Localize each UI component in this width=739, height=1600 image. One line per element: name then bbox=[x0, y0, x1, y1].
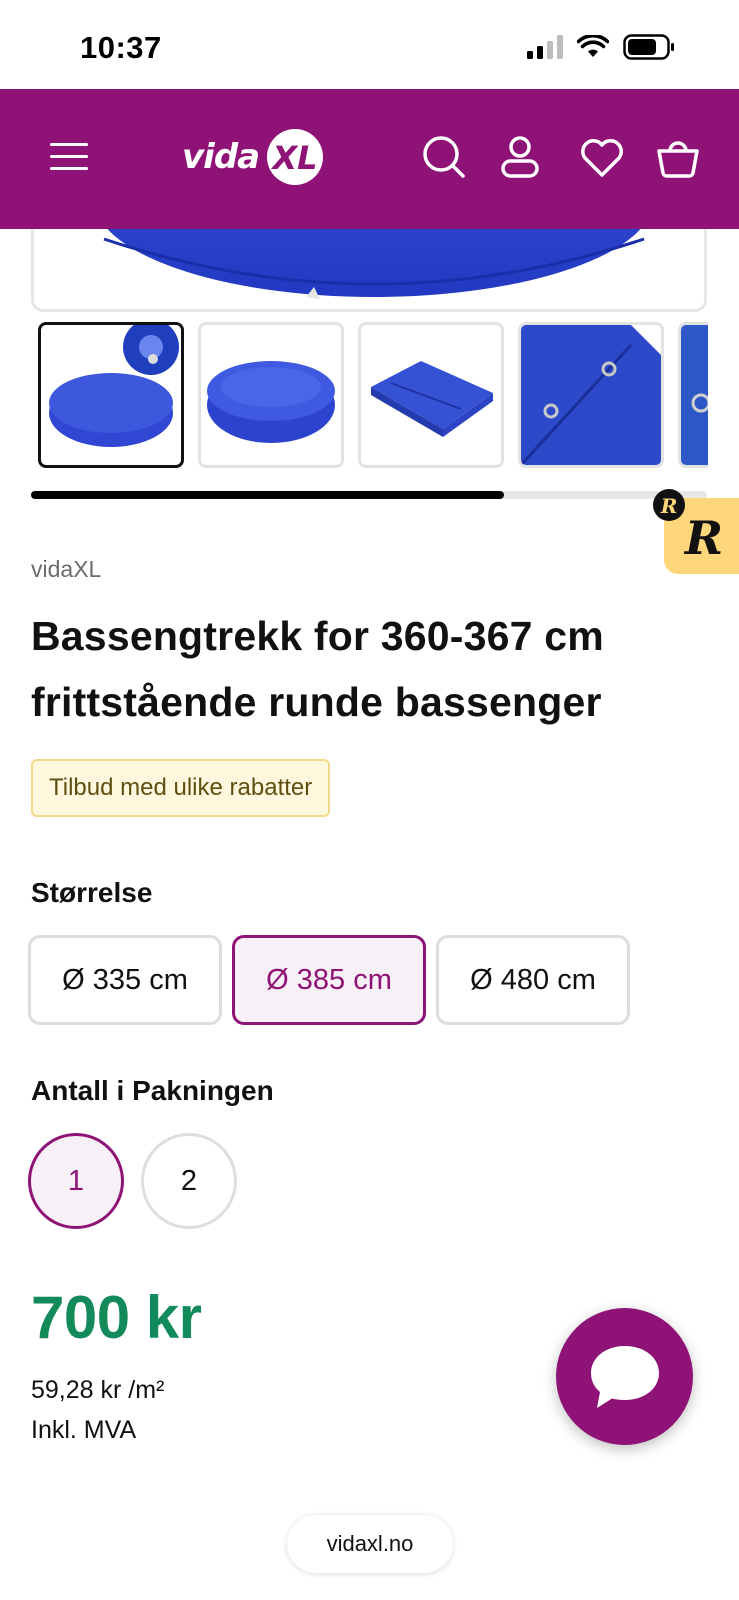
logo-xl-mark: XL bbox=[267, 129, 324, 185]
r-widget-badge[interactable]: R R bbox=[652, 488, 739, 574]
gallery-scrollbar[interactable] bbox=[31, 491, 707, 499]
thumbnail-4[interactable] bbox=[518, 322, 664, 468]
vidaxl-logo[interactable]: vida XL bbox=[182, 125, 325, 189]
thumbnail-5[interactable] bbox=[678, 322, 708, 468]
heart-icon[interactable] bbox=[578, 133, 626, 181]
logo-text: vida bbox=[182, 137, 260, 177]
cellular-signal-icon bbox=[527, 35, 563, 59]
size-label: Størrelse bbox=[31, 877, 153, 908]
product-price: 700 kr bbox=[31, 1284, 202, 1351]
unit-price: 59,28 kr /m² bbox=[31, 1376, 165, 1404]
pool-cover-image bbox=[103, 229, 645, 299]
gallery-scrollbar-thumb[interactable] bbox=[31, 491, 505, 499]
battery-icon bbox=[623, 34, 674, 60]
shopping-basket-icon[interactable] bbox=[654, 133, 702, 181]
size-option-480[interactable]: Ø 480 cm bbox=[436, 935, 630, 1025]
pack-option-1[interactable]: 1 bbox=[28, 1133, 124, 1229]
pack-quantity-label: Antall i Pakningen bbox=[31, 1075, 274, 1106]
search-icon[interactable] bbox=[420, 133, 468, 181]
svg-text:R: R bbox=[660, 494, 678, 518]
wifi-icon bbox=[577, 35, 609, 57]
chat-bubble-icon bbox=[590, 1345, 659, 1408]
vat-note: Inkl. MVA bbox=[31, 1416, 137, 1444]
thumbnail-2[interactable] bbox=[198, 322, 344, 468]
size-option-335[interactable]: Ø 335 cm bbox=[28, 935, 222, 1025]
svg-text:R: R bbox=[683, 511, 723, 565]
status-time: 10:37 bbox=[80, 30, 162, 65]
product-title: Bassengtrekk for 360-367 cm frittstående… bbox=[31, 613, 604, 725]
chat-button[interactable] bbox=[556, 1308, 693, 1445]
browser-url-pill[interactable]: vidaxl.no bbox=[287, 1515, 453, 1573]
thumbnail-strip[interactable] bbox=[38, 322, 708, 470]
status-bar: 10:37 bbox=[0, 0, 739, 89]
site-header: vida XL bbox=[0, 89, 739, 229]
product-brand[interactable]: vidaXL bbox=[31, 556, 101, 583]
size-option-385[interactable]: Ø 385 cm bbox=[232, 935, 426, 1025]
svg-text:XL: XL bbox=[271, 139, 318, 177]
hamburger-menu-icon[interactable] bbox=[50, 141, 88, 171]
promo-badge[interactable]: Tilbud med ulike rabatter bbox=[31, 759, 331, 817]
product-main-image[interactable] bbox=[31, 229, 707, 312]
thumbnail-3[interactable] bbox=[358, 322, 504, 468]
thumbnail-1[interactable] bbox=[38, 322, 184, 468]
pack-option-2[interactable]: 2 bbox=[141, 1133, 237, 1229]
user-icon[interactable] bbox=[496, 133, 544, 181]
status-icons bbox=[527, 34, 675, 60]
